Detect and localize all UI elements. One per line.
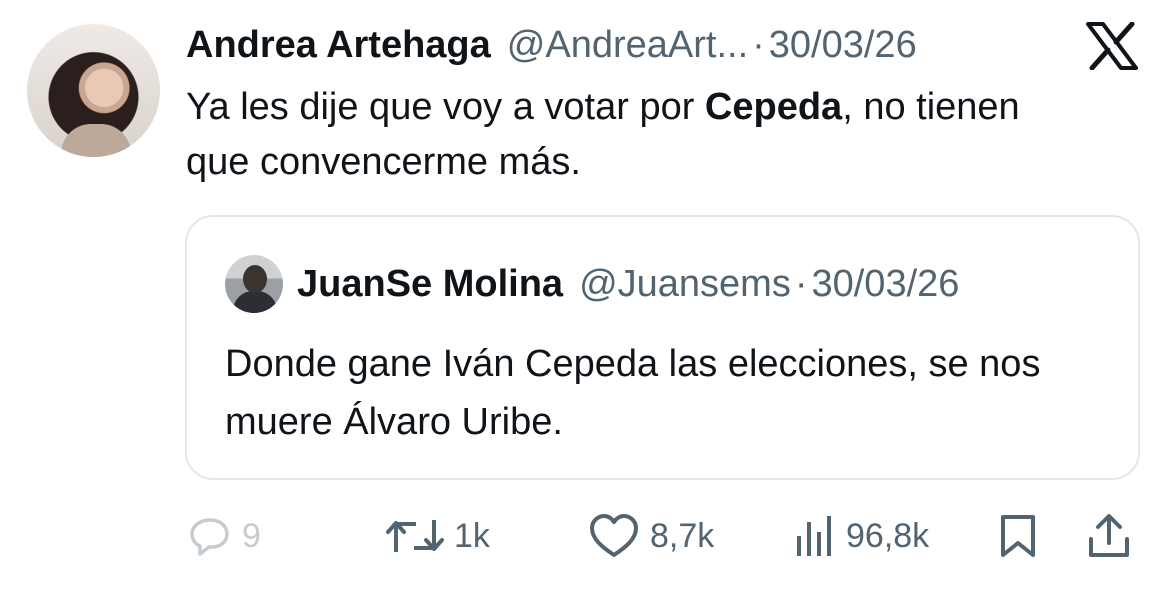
retweet-count: 1k bbox=[454, 516, 490, 555]
retweet-button[interactable]: 1k bbox=[386, 506, 490, 566]
quoted-text: Donde gane Iván Cepeda las elecciones, s… bbox=[225, 343, 1041, 443]
quoted-author-name: JuanSe Molina bbox=[297, 262, 564, 305]
like-count: 8,7k bbox=[650, 516, 715, 555]
author-name[interactable]: Andrea Artehaga bbox=[186, 24, 491, 67]
avatar-shoulder bbox=[61, 124, 131, 157]
tweet-text-bold: Cepeda bbox=[704, 86, 843, 128]
quoted-date: 30/03/26 bbox=[811, 262, 960, 305]
quoted-header: JuanSe Molina @Juansems · 30/03/26 bbox=[297, 259, 959, 309]
heart-icon bbox=[590, 514, 638, 557]
views-count: 96,8k bbox=[846, 516, 930, 555]
tweet-date[interactable]: 30/03/26 bbox=[769, 24, 917, 67]
author-handle[interactable]: @AndreaArt... bbox=[507, 24, 748, 67]
quoted-author-avatar bbox=[225, 255, 283, 313]
share-button[interactable] bbox=[1086, 506, 1132, 566]
bookmark-icon bbox=[1001, 515, 1035, 557]
reply-count: 9 bbox=[242, 516, 261, 555]
retweet-icon bbox=[386, 520, 444, 552]
avatar-body bbox=[233, 291, 277, 313]
author-avatar[interactable] bbox=[27, 24, 160, 157]
share-icon bbox=[1089, 514, 1129, 557]
like-button[interactable]: 8,7k bbox=[588, 506, 714, 566]
reply-icon bbox=[190, 518, 229, 556]
separator-dot: · bbox=[752, 23, 765, 66]
quoted-author-handle: @Juansems bbox=[579, 262, 791, 305]
reply-button[interactable]: 9 bbox=[188, 506, 261, 566]
views-button[interactable]: 96,8k bbox=[794, 506, 929, 566]
views-icon bbox=[797, 516, 831, 556]
quoted-separator-dot: · bbox=[794, 262, 808, 305]
bookmark-button[interactable] bbox=[998, 506, 1038, 566]
x-logo-icon bbox=[1086, 22, 1138, 70]
tweet-header: Andrea Artehaga @AndreaArt... · 30/03/26 bbox=[186, 18, 917, 72]
quoted-tweet[interactable]: JuanSe Molina @Juansems · 30/03/26 Donde… bbox=[185, 215, 1140, 480]
action-bar: 9 1k 8,7k 96,8k bbox=[0, 506, 1170, 566]
avatar-head bbox=[243, 265, 267, 293]
tweet-text-before: Ya les dije que voy a votar por bbox=[186, 86, 705, 128]
tweet-text: Ya les dije que voy a votar por Cepeda, … bbox=[186, 80, 1086, 190]
